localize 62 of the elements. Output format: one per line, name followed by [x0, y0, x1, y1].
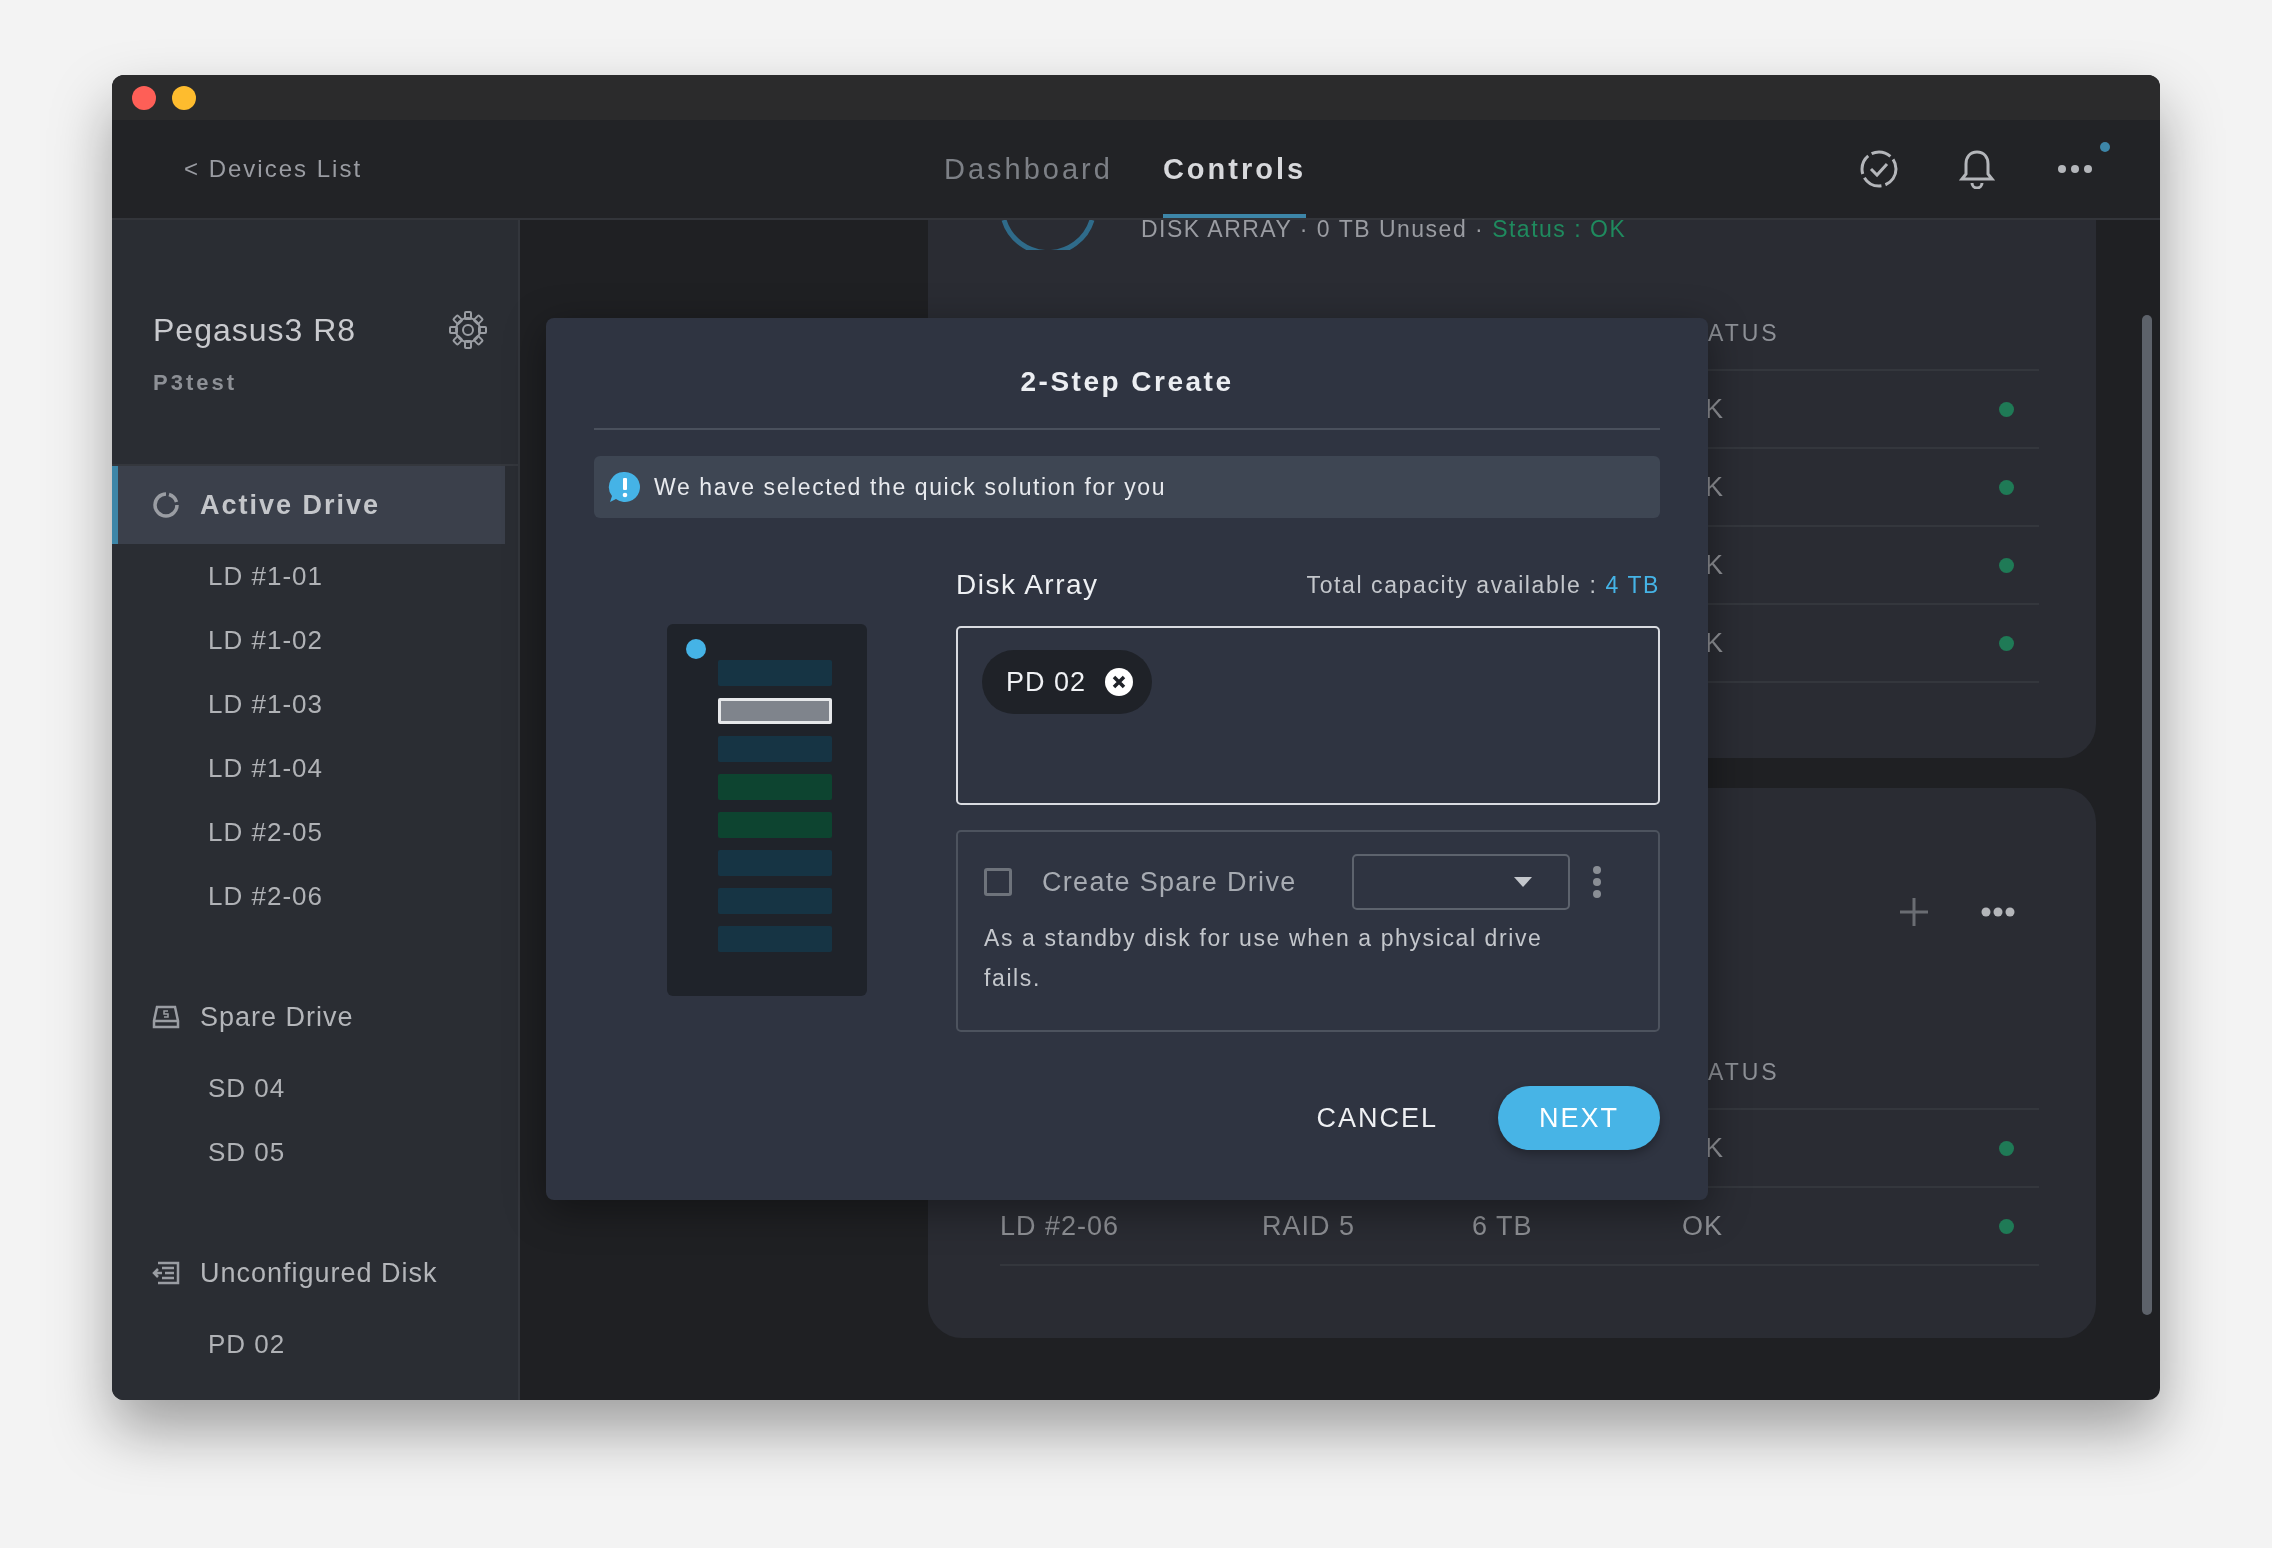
section-label: Spare Drive — [200, 1001, 354, 1033]
status-dot — [1999, 401, 2014, 417]
more-icon[interactable] — [2057, 164, 2093, 174]
status-dot — [1999, 479, 2014, 495]
chip-label: PD 02 — [1006, 666, 1087, 698]
sidebar-section[interactable]: Active Drive — [112, 466, 505, 544]
drive-slot[interactable] — [718, 698, 832, 724]
spare-label: Create Spare Drive — [1042, 866, 1298, 898]
scrollbar[interactable] — [2142, 315, 2152, 1315]
status-led — [686, 639, 706, 659]
dialog-title: 2-Step Create — [1020, 366, 1234, 398]
caret-icon — [1514, 877, 1532, 887]
sidebar-item[interactable]: LD #2-06 — [112, 864, 518, 928]
sidebar-section[interactable]: Unconfigured Disk — [112, 1234, 505, 1312]
column-header: ATUS — [1708, 319, 1780, 347]
array-summary: DISK ARRAY · 0 TB Unused · Status : OK — [1141, 216, 1627, 243]
sidebar-section[interactable]: Spare Drive — [112, 978, 505, 1056]
plus-icon[interactable] — [1899, 897, 1929, 927]
check-circle-icon[interactable] — [1858, 148, 1900, 190]
sidebar-item[interactable]: PD 02 — [112, 1312, 518, 1376]
device-subtitle: P3test — [153, 370, 239, 396]
capacity-text: Total capacity available : 4 TB — [1306, 571, 1660, 599]
status-dot — [1999, 635, 2014, 651]
table-cell-text: 6 TB — [1472, 1210, 1534, 1242]
status-dot — [1999, 1218, 2014, 1234]
donut-arc-icon — [1000, 220, 1096, 250]
list-tray-icon — [152, 1260, 180, 1286]
bell-icon[interactable] — [1956, 148, 1998, 190]
disk-array-label: Disk Array — [956, 569, 1099, 601]
sidebar-item[interactable]: LD #1-03 — [112, 672, 518, 736]
disk-array-field[interactable]: PD 02 — [956, 626, 1660, 805]
sidebar-item[interactable]: LD #1-02 — [112, 608, 518, 672]
sidebar-item[interactable]: SD 04 — [112, 1056, 518, 1120]
close-icon[interactable] — [132, 85, 156, 110]
remove-icon[interactable] — [1104, 667, 1135, 697]
spare-checkbox[interactable] — [984, 868, 1012, 896]
nav-tab[interactable]: Dashboard — [944, 120, 1113, 218]
info-text: We have selected the quick solution for you — [654, 473, 1167, 501]
drive-icon — [152, 1004, 180, 1030]
kebab-icon[interactable] — [1592, 865, 1602, 899]
section-label: Active Drive — [200, 489, 381, 521]
info-icon — [608, 470, 642, 504]
device-name: Pegasus3 R8 — [153, 311, 357, 349]
back-link[interactable]: < Devices List — [184, 155, 363, 183]
sidebar-item[interactable]: LD #1-01 — [112, 544, 518, 608]
spare-select[interactable] — [1352, 854, 1570, 910]
cancel-button[interactable]: CANCEL — [1296, 1086, 1458, 1150]
table-cell-text: RAID 5 — [1262, 1210, 1357, 1242]
sidebar-item[interactable]: SD 05 — [112, 1120, 518, 1184]
status-dot — [1999, 1140, 2014, 1156]
spare-description: As a standby disk for use when a physical drive fails. — [984, 924, 1544, 993]
sidebar-item[interactable]: LD #1-04 — [112, 736, 518, 800]
more-icon[interactable] — [1981, 907, 2015, 917]
minimize-icon[interactable] — [172, 85, 196, 110]
column-header: ATUS — [1708, 1058, 1780, 1086]
table-cell-text: LD #2-06 — [1000, 1210, 1121, 1242]
section-label: Unconfigured Disk — [200, 1257, 438, 1289]
table-cell-text: OK — [1682, 1210, 1724, 1242]
refresh-icon — [152, 491, 180, 519]
sidebar-item[interactable]: LD #2-05 — [112, 800, 518, 864]
status-dot — [1999, 557, 2014, 573]
settings-icon[interactable] — [448, 310, 488, 350]
